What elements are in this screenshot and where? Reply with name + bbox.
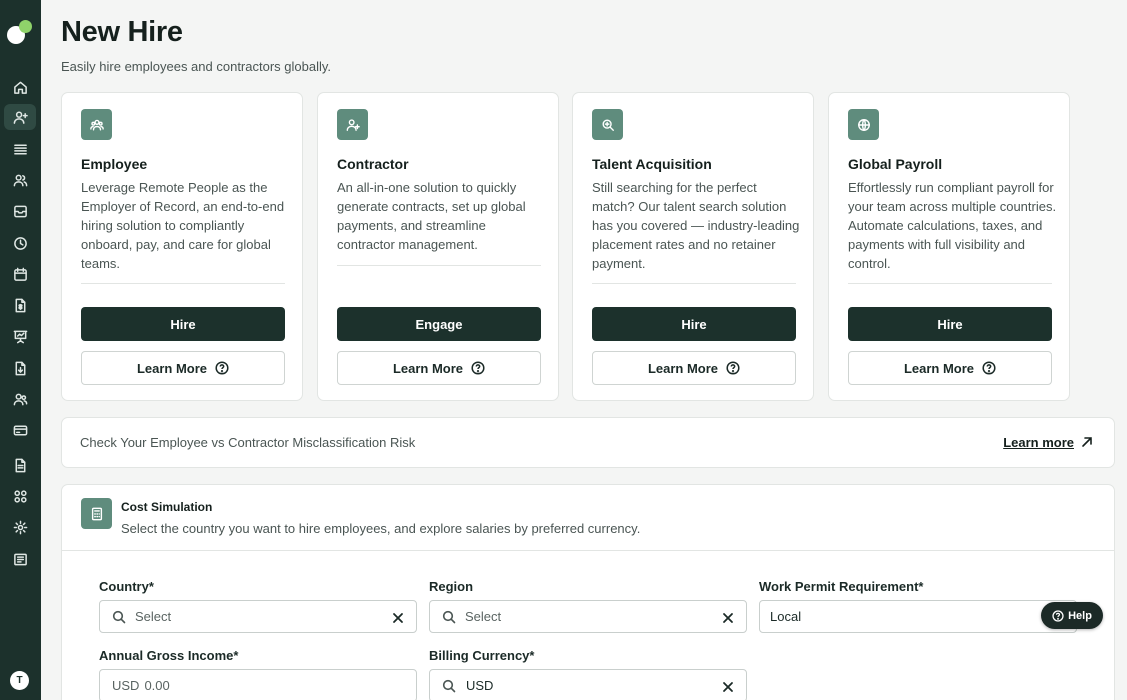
apps-icon[interactable] (4, 483, 36, 509)
calendar-icon[interactable] (4, 261, 36, 287)
page-title: New Hire (61, 16, 183, 49)
currency-prefix: USD (112, 678, 139, 693)
card-description: Effortlessly run compliant payroll for y… (848, 178, 1058, 273)
help-label: Help (1068, 610, 1092, 622)
hire-button[interactable]: Hire (592, 307, 796, 341)
settings-icon[interactable] (4, 514, 36, 540)
annual-gross-income-label: Annual Gross Income* (99, 648, 238, 663)
learn-more-button[interactable]: Learn More (592, 351, 796, 385)
close-icon[interactable] (722, 680, 734, 692)
card-description: Still searching for the perfect match? O… (592, 178, 802, 273)
learn-more-label: Learn More (393, 361, 463, 376)
card-contractor: Contractor An all-in-one solution to qui… (317, 92, 559, 401)
document-dollar-icon[interactable] (4, 292, 36, 318)
billing-currency-label: Billing Currency* (429, 648, 534, 663)
inbox-icon[interactable] (4, 198, 36, 224)
card-title: Global Payroll (848, 156, 942, 172)
avatar[interactable]: T (10, 671, 29, 690)
cost-simulation-panel: Cost Simulation Select the country you w… (61, 484, 1115, 700)
billing-currency-value: USD (466, 678, 493, 693)
banner-text: Check Your Employee vs Contractor Miscla… (80, 435, 415, 450)
report-icon[interactable] (4, 546, 36, 572)
team-icon[interactable] (4, 386, 36, 412)
country-select[interactable] (99, 600, 417, 633)
arrow-up-right-icon[interactable] (1080, 435, 1094, 449)
card-talent-acquisition: Talent Acquisition Still searching for t… (572, 92, 814, 401)
learn-more-label: Learn More (904, 361, 974, 376)
engage-button[interactable]: Engage (337, 307, 541, 341)
search-icon (592, 109, 623, 140)
hire-button[interactable]: Hire (848, 307, 1052, 341)
card-global-payroll: Global Payroll Effortlessly run complian… (828, 92, 1070, 401)
country-input[interactable] (135, 609, 355, 624)
calculator-icon (81, 498, 112, 529)
close-icon[interactable] (392, 611, 404, 623)
credit-card-icon[interactable] (4, 417, 36, 443)
search-icon (112, 610, 126, 624)
work-permit-value: Local (770, 609, 801, 624)
people-icon[interactable] (4, 167, 36, 193)
region-label: Region (429, 579, 473, 594)
globe-icon (848, 109, 879, 140)
learn-more-link[interactable]: Learn more (1003, 435, 1074, 450)
help-circle-icon (1052, 610, 1064, 622)
help-circle-icon (982, 361, 996, 375)
document-download-icon[interactable] (4, 355, 36, 381)
card-title: Employee (81, 156, 147, 172)
card-employee: Employee Leverage Remote People as the E… (61, 92, 303, 401)
work-permit-select[interactable]: Local (759, 600, 1077, 633)
learn-more-button[interactable]: Learn More (81, 351, 285, 385)
clock-icon[interactable] (4, 230, 36, 256)
document-icon[interactable] (4, 452, 36, 478)
page-subtitle: Easily hire employees and contractors gl… (61, 59, 331, 74)
card-divider (848, 283, 1052, 284)
help-circle-icon (215, 361, 229, 375)
misclassification-banner: Check Your Employee vs Contractor Miscla… (61, 417, 1115, 468)
region-input[interactable] (465, 609, 685, 624)
search-icon (442, 679, 456, 693)
region-select[interactable] (429, 600, 747, 633)
learn-more-button[interactable]: Learn More (337, 351, 541, 385)
card-description: Leverage Remote People as the Employer o… (81, 178, 291, 273)
annual-gross-income-input[interactable] (144, 678, 364, 693)
search-icon (442, 610, 456, 624)
presentation-icon[interactable] (4, 323, 36, 349)
sidebar: T (0, 0, 41, 700)
team-icon (81, 109, 112, 140)
card-divider (337, 265, 541, 266)
learn-more-button[interactable]: Learn More (848, 351, 1052, 385)
work-permit-label: Work Permit Requirement* (759, 579, 923, 594)
card-divider (592, 283, 796, 284)
add-user-icon (337, 109, 368, 140)
cost-simulation-description: Select the country you want to hire empl… (121, 521, 640, 536)
close-icon[interactable] (722, 611, 734, 623)
cost-simulation-title: Cost Simulation (121, 500, 212, 514)
billing-currency-select[interactable]: USD (429, 669, 747, 700)
card-description: An all-in-one solution to quickly genera… (337, 178, 547, 254)
annual-gross-income-field[interactable]: USD (99, 669, 417, 700)
hire-button[interactable]: Hire (81, 307, 285, 341)
logo[interactable] (7, 20, 33, 46)
learn-more-label: Learn More (648, 361, 718, 376)
help-button[interactable]: Help (1041, 602, 1103, 629)
list-icon[interactable] (4, 136, 36, 162)
card-title: Contractor (337, 156, 409, 172)
card-divider (81, 283, 285, 284)
section-divider (62, 550, 1114, 551)
learn-more-label: Learn More (137, 361, 207, 376)
help-circle-icon (726, 361, 740, 375)
help-circle-icon (471, 361, 485, 375)
card-title: Talent Acquisition (592, 156, 712, 172)
home-icon[interactable] (4, 74, 36, 100)
country-label: Country* (99, 579, 154, 594)
add-user-icon[interactable] (4, 104, 36, 130)
